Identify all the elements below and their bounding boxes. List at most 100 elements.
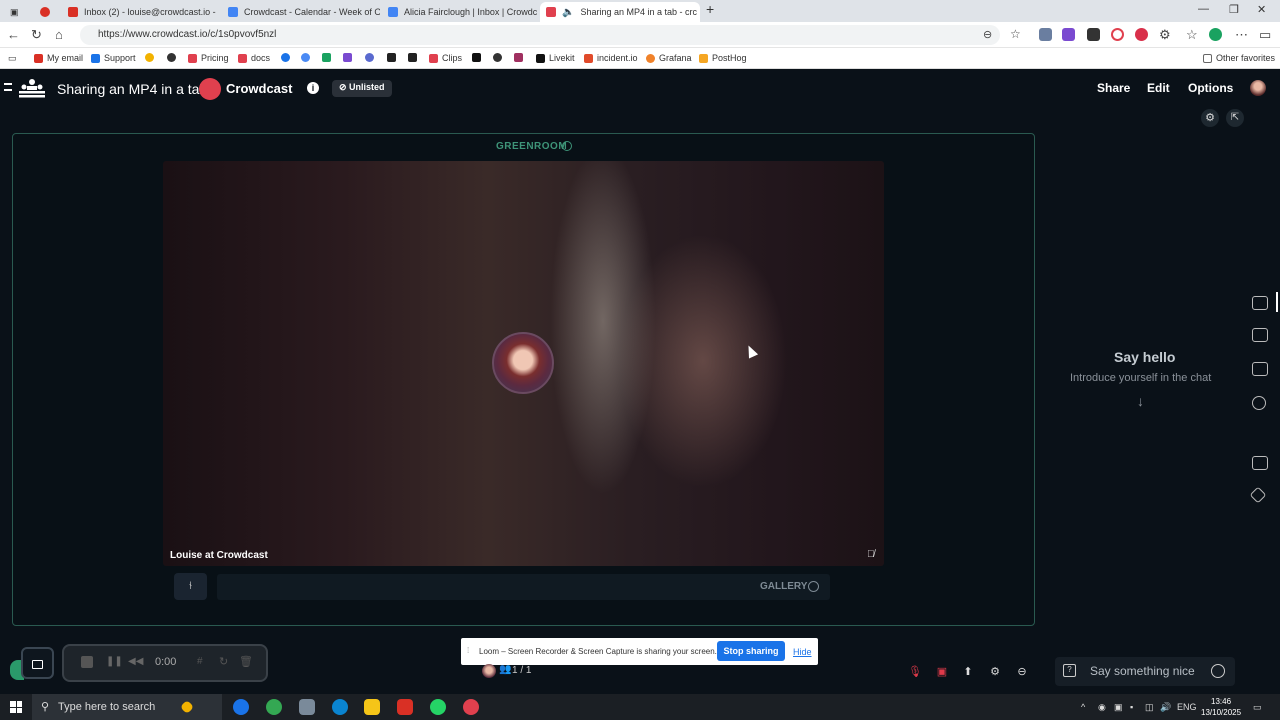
- settings-icon[interactable]: ⚙: [987, 664, 1003, 680]
- bookmark-link[interactable]: [365, 53, 374, 62]
- bookmark-grafana[interactable]: Grafana: [646, 53, 692, 63]
- minimize-button[interactable]: —: [1198, 3, 1209, 15]
- bookmark-link[interactable]: [281, 53, 290, 62]
- bookmark-link[interactable]: [322, 53, 331, 62]
- attendees-icon[interactable]: [1252, 396, 1266, 410]
- tab-inbox[interactable]: Inbox (2) - louise@crowdcast.io - ✕: [62, 2, 220, 22]
- bookmark-other-favorites[interactable]: Other favorites: [1203, 53, 1275, 63]
- app-icon[interactable]: [299, 699, 315, 715]
- profile-icon[interactable]: [1209, 28, 1222, 41]
- requests-icon[interactable]: [1252, 456, 1268, 470]
- screen-share-icon[interactable]: ⬆: [960, 664, 976, 680]
- tray-chevron-icon[interactable]: ^: [1081, 702, 1085, 712]
- taskbar-clock[interactable]: 13:46 13/10/2025: [1201, 696, 1241, 718]
- start-button[interactable]: [10, 701, 22, 713]
- bookmark-support[interactable]: Support: [91, 53, 136, 63]
- favorite-star-icon[interactable]: ☆: [1010, 27, 1021, 41]
- layers-icon[interactable]: [1249, 486, 1267, 504]
- new-tab-button[interactable]: +: [706, 1, 714, 17]
- extension-icon[interactable]: [1039, 28, 1052, 41]
- bookmark-livekit[interactable]: Livekit: [536, 53, 575, 63]
- chrome-icon[interactable]: [266, 699, 282, 715]
- sidebar-toggle-icon[interactable]: ▭: [1259, 27, 1271, 43]
- tray-icon[interactable]: ▣: [1114, 702, 1123, 713]
- bookmark-posthog[interactable]: PostHog: [699, 53, 747, 63]
- bookmark-link[interactable]: [472, 53, 481, 62]
- bookmark-link[interactable]: [343, 53, 352, 62]
- unlisted-badge[interactable]: ⊘ Unlisted: [332, 80, 392, 97]
- network-icon[interactable]: ◫: [1145, 702, 1154, 713]
- bookmark-link[interactable]: [387, 53, 396, 62]
- question-toggle-icon[interactable]: ?: [1063, 664, 1076, 677]
- greenroom-info-icon[interactable]: [562, 141, 572, 151]
- loom-extension-icon[interactable]: [1111, 28, 1124, 41]
- extensions-puzzle-icon[interactable]: ⚙: [1159, 27, 1171, 43]
- more-icon[interactable]: ⋯: [1235, 27, 1248, 43]
- crowdcast-logo-icon[interactable]: [19, 78, 45, 98]
- options-button[interactable]: Options: [1188, 81, 1233, 95]
- bookmark-link[interactable]: [493, 53, 502, 62]
- bookmark-incident[interactable]: incident.io: [584, 53, 638, 63]
- refresh-icon[interactable]: ↻: [31, 27, 42, 43]
- chat-icon[interactable]: [1252, 296, 1268, 310]
- audio-mixer-button[interactable]: ⫮: [174, 573, 207, 600]
- camera-off-icon[interactable]: ▣: [934, 664, 950, 680]
- drag-handle-icon[interactable]: ⁞: [467, 646, 469, 655]
- gallery-info-icon[interactable]: [808, 581, 819, 592]
- tray-icon[interactable]: ▪: [1130, 702, 1133, 712]
- edge-icon[interactable]: [332, 699, 348, 715]
- bookmark-link[interactable]: [301, 53, 310, 62]
- questions-icon[interactable]: [1252, 328, 1268, 342]
- volume-icon[interactable]: 🔊: [1160, 702, 1171, 713]
- popout-icon[interactable]: ⇱: [1226, 109, 1244, 127]
- extension-icon[interactable]: [1087, 28, 1100, 41]
- info-icon[interactable]: i: [307, 82, 319, 94]
- mic-off-icon[interactable]: 🎙: [907, 664, 923, 680]
- favorites-icon[interactable]: ☆: [1186, 27, 1198, 43]
- polls-icon[interactable]: [1252, 362, 1268, 376]
- bookmark-my-email[interactable]: My email: [34, 53, 83, 63]
- loom-restart-icon[interactable]: ↻: [219, 655, 228, 668]
- home-icon[interactable]: ⌂: [55, 27, 63, 42]
- share-button[interactable]: Share: [1097, 81, 1130, 95]
- loom-draw-icon[interactable]: #: [197, 656, 203, 667]
- user-avatar[interactable]: [1250, 80, 1266, 96]
- close-window-button[interactable]: ✕: [1257, 3, 1266, 16]
- bookmark-pricing[interactable]: Pricing: [188, 53, 229, 63]
- bookmark-link[interactable]: [514, 53, 523, 62]
- maximize-button[interactable]: ❐: [1229, 3, 1239, 16]
- extension-icon[interactable]: [1135, 28, 1148, 41]
- bookmark-docs[interactable]: docs: [238, 53, 270, 63]
- tab-actions-icon[interactable]: ▣: [4, 2, 26, 22]
- loom-rewind-icon[interactable]: ◀◀: [128, 656, 143, 667]
- bookmark-emoji[interactable]: [145, 53, 154, 62]
- tab-sharing-mp4[interactable]: 🔈 Sharing an MP4 in a tab - crc ✕: [540, 2, 700, 22]
- emoji-icon[interactable]: [1211, 664, 1225, 678]
- recording-icon[interactable]: [34, 2, 56, 22]
- extension-icon[interactable]: [1062, 28, 1075, 41]
- tab-calendar[interactable]: Crowdcast - Calendar - Week of O ✕: [222, 2, 380, 22]
- bookmark-clips[interactable]: Clips: [429, 53, 462, 63]
- loom-trash-icon[interactable]: 🗑: [239, 655, 253, 668]
- leave-icon[interactable]: ⊖: [1014, 664, 1030, 680]
- menu-icon[interactable]: [4, 83, 12, 91]
- back-icon[interactable]: ←: [7, 27, 20, 42]
- bookmark-link[interactable]: [408, 53, 417, 62]
- loom-pause-icon[interactable]: ❚❚: [106, 656, 123, 667]
- camera-icon[interactable]: [21, 647, 54, 679]
- settings-gear-icon[interactable]: ⚙: [1201, 109, 1219, 127]
- reader-icon[interactable]: ⊖: [983, 28, 992, 41]
- app-icon[interactable]: [233, 699, 249, 715]
- url-field[interactable]: https://www.crowdcast.io/c/1s0pvovf5nzl: [80, 25, 1000, 45]
- crowdcast-brand-icon[interactable]: [199, 78, 221, 100]
- stop-sharing-button[interactable]: Stop sharing: [717, 641, 785, 661]
- tab-alicia[interactable]: Alicia Fairclough | Inbox | Crowdc ✕: [382, 2, 540, 22]
- brand-name[interactable]: Crowdcast: [226, 81, 292, 96]
- tray-icon[interactable]: ◉: [1098, 702, 1106, 713]
- hide-banner-link[interactable]: Hide: [793, 647, 812, 657]
- taskbar-search[interactable]: ⚲ Type here to search: [32, 694, 222, 720]
- bookmark-menu-icon[interactable]: ▭: [8, 53, 17, 64]
- whatsapp-icon[interactable]: [430, 699, 446, 715]
- edit-button[interactable]: Edit: [1147, 81, 1170, 95]
- loom-stop-icon[interactable]: [81, 656, 93, 668]
